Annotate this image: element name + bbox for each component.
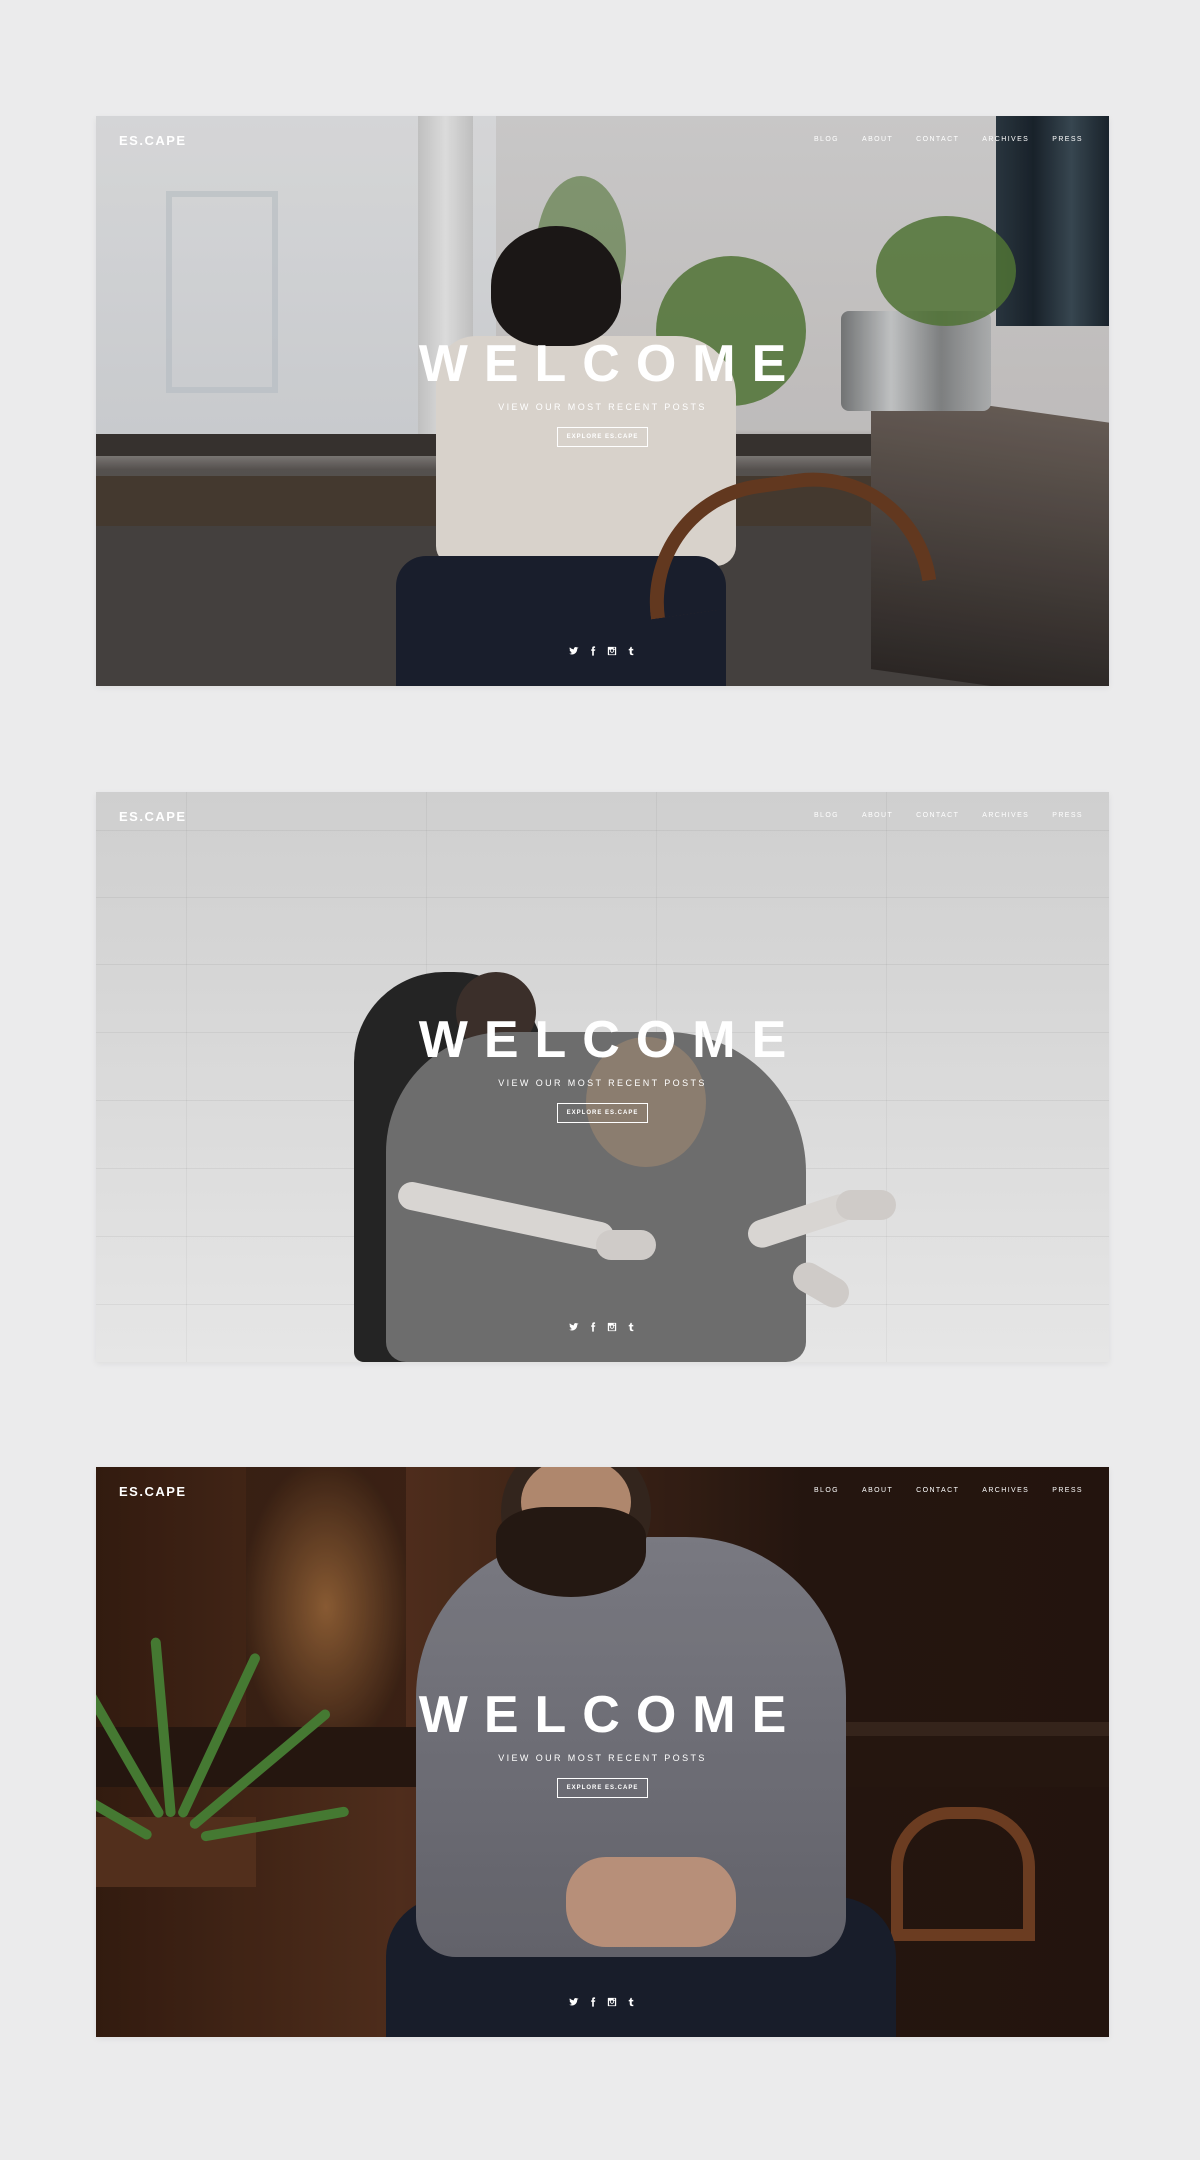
site-logo[interactable]: ES.CAPE [119, 809, 187, 824]
hero-subtitle: VIEW OUR MOST RECENT POSTS [498, 1753, 707, 1763]
hero-subtitle: VIEW OUR MOST RECENT POSTS [498, 402, 707, 412]
site-logo[interactable]: ES.CAPE [119, 1484, 187, 1499]
twitter-icon[interactable] [569, 646, 579, 656]
twitter-icon[interactable] [569, 1997, 579, 2007]
nav-press[interactable]: PRESS [1052, 1487, 1083, 1494]
explore-button[interactable]: EXPLORE ES.CAPE [556, 427, 649, 447]
tumblr-icon[interactable] [626, 646, 636, 656]
nav-about[interactable]: ABOUT [862, 136, 893, 143]
hero-block: WELCOME VIEW OUR MOST RECENT POSTS EXPLO… [96, 1689, 1109, 1798]
main-nav: BLOG ABOUT CONTACT ARCHIVES PRESS [814, 812, 1083, 819]
main-nav: BLOG ABOUT CONTACT ARCHIVES PRESS [814, 136, 1083, 143]
nav-press[interactable]: PRESS [1052, 812, 1083, 819]
hero-subtitle: VIEW OUR MOST RECENT POSTS [498, 1078, 707, 1088]
site-logo[interactable]: ES.CAPE [119, 133, 187, 148]
facebook-icon[interactable] [588, 1997, 598, 2007]
explore-button[interactable]: EXPLORE ES.CAPE [556, 1103, 649, 1123]
twitter-icon[interactable] [569, 1322, 579, 1332]
hero-title: WELCOME [418, 1686, 803, 1744]
instagram-icon[interactable] [607, 1322, 617, 1332]
nav-about[interactable]: ABOUT [862, 812, 893, 819]
showcase-page: ES.CAPE BLOG ABOUT CONTACT ARCHIVES PRES… [0, 0, 1200, 2160]
nav-contact[interactable]: CONTACT [916, 1487, 959, 1494]
homepage-mockup-1: ES.CAPE BLOG ABOUT CONTACT ARCHIVES PRES… [96, 116, 1109, 686]
hero-block: WELCOME VIEW OUR MOST RECENT POSTS EXPLO… [96, 338, 1109, 447]
nav-blog[interactable]: BLOG [814, 812, 839, 819]
nav-archives[interactable]: ARCHIVES [982, 812, 1029, 819]
social-links [96, 1322, 1109, 1332]
main-nav: BLOG ABOUT CONTACT ARCHIVES PRESS [814, 1487, 1083, 1494]
site-overlay: ES.CAPE BLOG ABOUT CONTACT ARCHIVES PRES… [96, 1467, 1109, 2037]
site-overlay: ES.CAPE BLOG ABOUT CONTACT ARCHIVES PRES… [96, 116, 1109, 686]
nav-contact[interactable]: CONTACT [916, 136, 959, 143]
hero-block: WELCOME VIEW OUR MOST RECENT POSTS EXPLO… [96, 1014, 1109, 1123]
tumblr-icon[interactable] [626, 1322, 636, 1332]
explore-button[interactable]: EXPLORE ES.CAPE [556, 1778, 649, 1798]
nav-archives[interactable]: ARCHIVES [982, 136, 1029, 143]
nav-blog[interactable]: BLOG [814, 136, 839, 143]
facebook-icon[interactable] [588, 1322, 598, 1332]
facebook-icon[interactable] [588, 646, 598, 656]
site-overlay: ES.CAPE BLOG ABOUT CONTACT ARCHIVES PRES… [96, 792, 1109, 1362]
nav-press[interactable]: PRESS [1052, 136, 1083, 143]
hero-title: WELCOME [418, 335, 803, 393]
hero-title: WELCOME [418, 1011, 803, 1069]
tumblr-icon[interactable] [626, 1997, 636, 2007]
homepage-mockup-3: ES.CAPE BLOG ABOUT CONTACT ARCHIVES PRES… [96, 1467, 1109, 2037]
social-links [96, 646, 1109, 656]
nav-blog[interactable]: BLOG [814, 1487, 839, 1494]
instagram-icon[interactable] [607, 1997, 617, 2007]
nav-about[interactable]: ABOUT [862, 1487, 893, 1494]
instagram-icon[interactable] [607, 646, 617, 656]
nav-contact[interactable]: CONTACT [916, 812, 959, 819]
homepage-mockup-2: ES.CAPE BLOG ABOUT CONTACT ARCHIVES PRES… [96, 792, 1109, 1362]
nav-archives[interactable]: ARCHIVES [982, 1487, 1029, 1494]
social-links [96, 1997, 1109, 2007]
